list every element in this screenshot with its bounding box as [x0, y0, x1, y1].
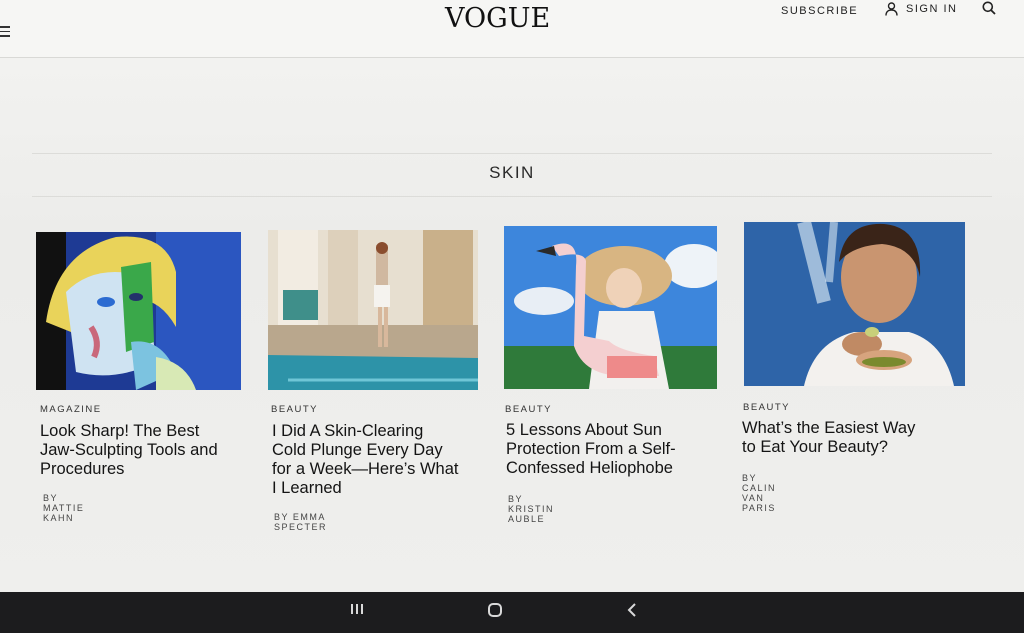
article-category[interactable]: BEAUTY: [743, 402, 790, 413]
article-category[interactable]: BEAUTY: [271, 404, 318, 415]
site-header: VOGUE SUBSCRIBE SIGN IN: [0, 0, 1024, 58]
article-category[interactable]: MAGAZINE: [40, 404, 102, 415]
browser-screen: VOGUE SUBSCRIBE SIGN IN SKIN MAGAZINE Lo…: [0, 0, 1024, 592]
headline-line[interactable]: Look Sharp! The Best: [40, 422, 255, 441]
headline-line[interactable]: I Learned: [272, 479, 487, 498]
article-byline[interactable]: BY EMMA SPECTER: [274, 512, 327, 532]
headline-line[interactable]: for a Week—Here’s What: [272, 460, 487, 479]
system-navigation-bar: [0, 592, 1024, 633]
article-headline[interactable]: What’s the Easiest Way to Eat Your Beaut…: [742, 419, 957, 457]
article-headline[interactable]: Look Sharp! The Best Jaw-Sculpting Tools…: [40, 422, 255, 479]
article-image-eating-portrait[interactable]: [744, 222, 965, 386]
article-image-flamingo-sunhat[interactable]: [504, 226, 717, 389]
article-headline[interactable]: 5 Lessons About Sun Protection From a Se…: [506, 421, 721, 478]
article-category[interactable]: BEAUTY: [505, 404, 552, 415]
search-icon[interactable]: [982, 1, 996, 15]
headline-line[interactable]: Jaw-Sculpting Tools and: [40, 441, 255, 460]
article-image-pool-scene[interactable]: [268, 230, 478, 390]
headline-line[interactable]: What’s the Easiest Way: [742, 419, 957, 438]
headline-line[interactable]: to Eat Your Beauty?: [742, 438, 957, 457]
headline-line[interactable]: I Did A Skin-Clearing: [272, 422, 487, 441]
article-byline[interactable]: BY CALIN VAN PARIS: [742, 473, 776, 513]
section-divider-top: [32, 153, 992, 154]
back-icon[interactable]: [626, 602, 638, 623]
headline-line[interactable]: Confessed Heliophobe: [506, 459, 721, 478]
article-byline[interactable]: BY KRISTIN AUBLE: [508, 494, 554, 524]
subscribe-link[interactable]: SUBSCRIBE: [781, 5, 858, 17]
site-logo[interactable]: VOGUE: [445, 3, 550, 34]
user-icon: [885, 2, 898, 16]
article-headline[interactable]: I Did A Skin-Clearing Cold Plunge Every …: [272, 422, 487, 498]
home-icon[interactable]: [487, 602, 503, 623]
article-byline[interactable]: BY MATTIE KAHN: [43, 493, 84, 523]
recent-apps-icon[interactable]: [350, 602, 364, 621]
menu-icon[interactable]: [0, 26, 10, 38]
headline-line[interactable]: 5 Lessons About Sun: [506, 421, 721, 440]
headline-line[interactable]: Procedures: [40, 460, 255, 479]
sign-in-link[interactable]: SIGN IN: [885, 2, 957, 16]
headline-line[interactable]: Protection From a Self-: [506, 440, 721, 459]
headline-line[interactable]: Cold Plunge Every Day: [272, 441, 487, 460]
section-title: SKIN: [489, 163, 535, 182]
sign-in-label: SIGN IN: [906, 3, 958, 15]
section-divider-bottom: [32, 196, 992, 197]
article-image-cubist-portrait[interactable]: [36, 232, 241, 390]
